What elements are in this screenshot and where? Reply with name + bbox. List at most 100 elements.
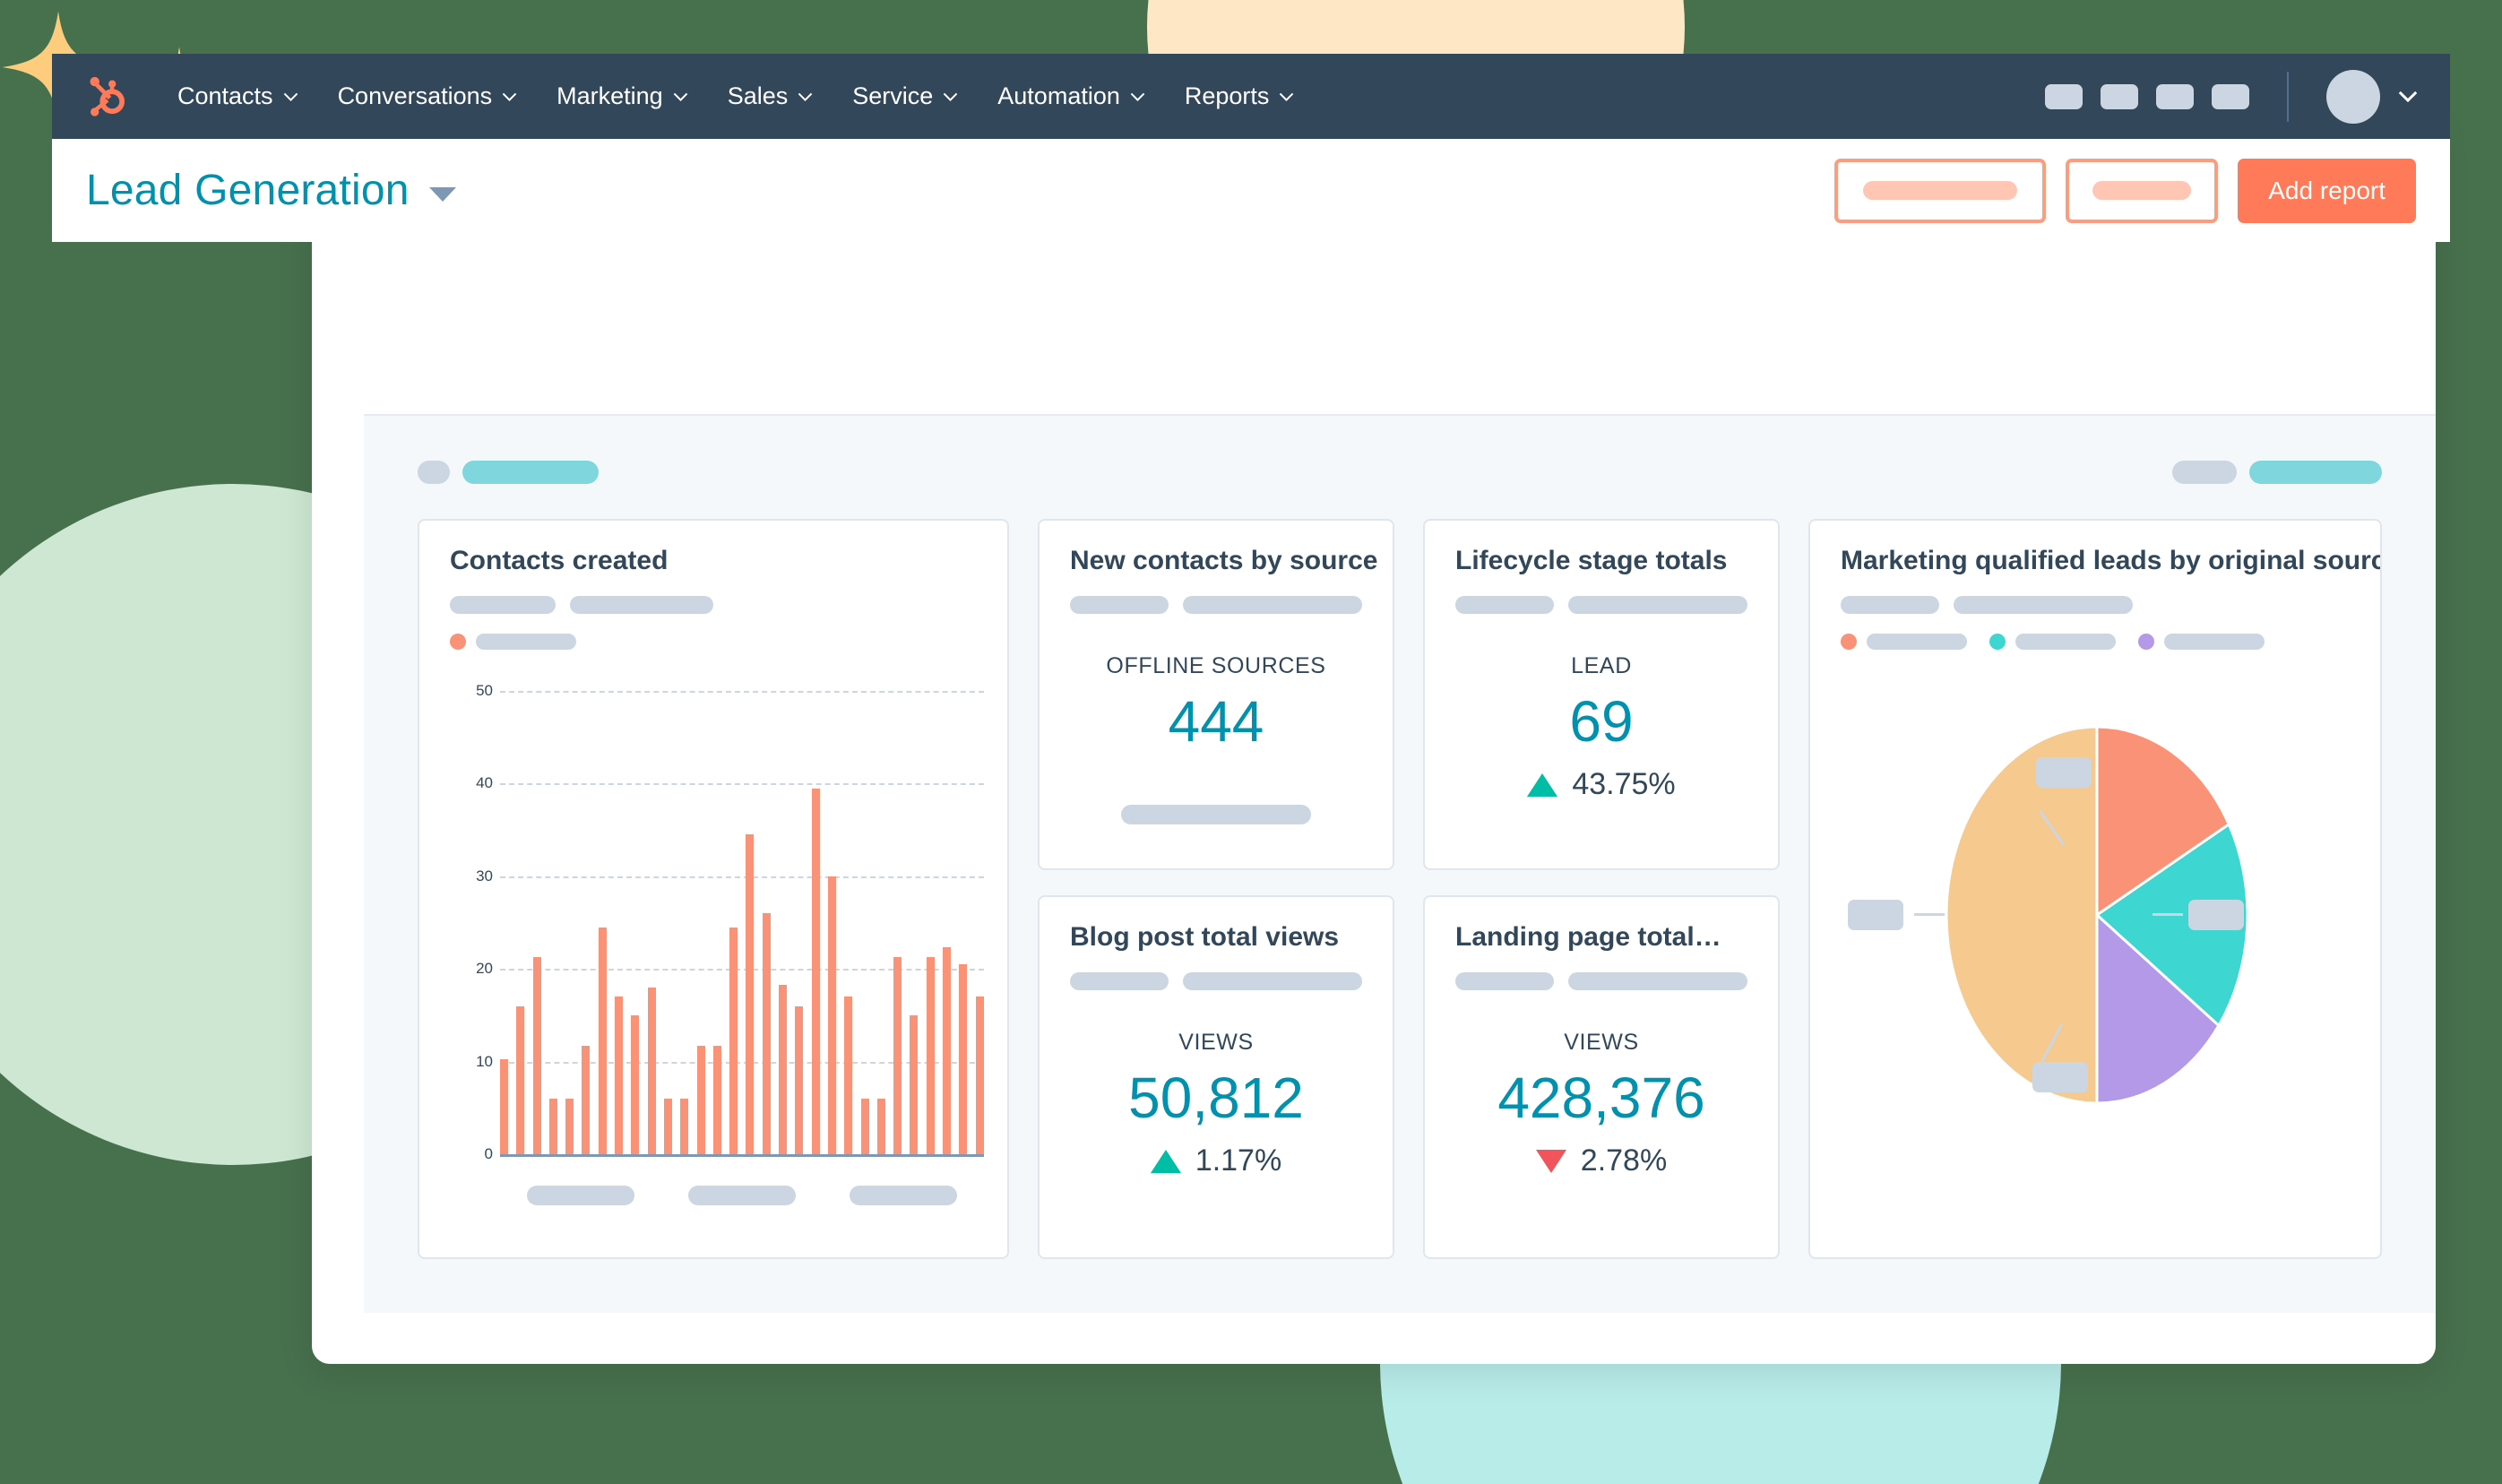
subtitle-placeholder [1954, 596, 2133, 614]
top-navigation-bar: Contacts Conversations Marketing Sales S… [52, 54, 2450, 139]
bar[interactable] [647, 987, 656, 1154]
kpi-value: 428,376 [1497, 1066, 1705, 1130]
bar[interactable] [975, 997, 984, 1154]
bar[interactable] [615, 997, 624, 1154]
nav-item-contacts[interactable]: Contacts [158, 82, 318, 110]
kpi-delta: 1.17% [1040, 1143, 1393, 1178]
header-action-button-two[interactable] [2066, 158, 2219, 223]
subtitle-placeholder [450, 596, 556, 614]
hubspot-sprocket-logo[interactable] [84, 73, 131, 120]
card-title: Blog post total views [1070, 922, 1340, 952]
toolbar-placeholder-grey[interactable] [418, 461, 450, 484]
bar[interactable] [729, 927, 738, 1154]
kpi-value: 50,812 [1128, 1066, 1304, 1130]
avatar[interactable] [2326, 69, 2380, 124]
bar[interactable] [795, 1005, 804, 1154]
dashboard-toolbar [418, 461, 2382, 487]
pie-callout-label [1848, 900, 1903, 930]
nav-item-marketing[interactable]: Marketing [537, 82, 708, 110]
page-title[interactable]: Lead Generation [86, 166, 410, 215]
card-title: New contacts by source [1070, 546, 1378, 575]
card-subtitle-placeholders [1040, 953, 1393, 990]
bar[interactable] [663, 1098, 672, 1154]
chevron-down-icon [798, 92, 813, 101]
bar[interactable] [746, 834, 755, 1154]
card-title: Lifecycle stage totals [1455, 546, 1728, 575]
plot-area [500, 691, 984, 1157]
pie-leader-line [1914, 913, 1945, 916]
caret-down-icon[interactable] [428, 186, 456, 202]
triangle-up-icon [1527, 772, 1558, 797]
bar[interactable] [844, 997, 853, 1154]
chevron-down-icon [502, 92, 517, 101]
bar[interactable] [762, 913, 771, 1154]
chevron-down-icon[interactable] [2398, 91, 2418, 102]
subtitle-placeholder [570, 596, 713, 614]
legend-label-placeholder [2015, 634, 2116, 650]
kpi-metric-label: VIEWS [1178, 1030, 1254, 1055]
toolbar-placeholder-grey[interactable] [2172, 461, 2237, 484]
y-axis-tick-label: 50 [476, 682, 493, 699]
subtitle-placeholder [1568, 972, 1747, 990]
nav-divider [2287, 71, 2289, 122]
bar[interactable] [860, 1098, 869, 1154]
subtitle-placeholder [1568, 596, 1747, 614]
notifications-icon[interactable] [2212, 83, 2249, 109]
pie-chart [1810, 682, 2380, 1184]
bar[interactable] [893, 956, 902, 1154]
bar[interactable] [779, 984, 788, 1154]
help-icon[interactable] [2156, 83, 2194, 109]
x-label-placeholder [527, 1186, 634, 1205]
pie-legend [1810, 614, 2380, 650]
y-axis-labels: 0 10 20 30 40 50 [450, 682, 493, 1162]
card-subtitle-placeholders [419, 576, 1007, 614]
toolbar-placeholder-teal[interactable] [2249, 461, 2382, 484]
kpi-value: 69 [1569, 689, 1634, 754]
dashboard-canvas: Contacts created 0 10 20 30 40 50 New co… [364, 414, 2436, 1313]
header-action-button-one[interactable] [1834, 158, 2047, 223]
kpi-delta: 2.78% [1425, 1143, 1778, 1178]
button-label-placeholder [1863, 181, 2018, 200]
nav-item-sales[interactable]: Sales [708, 82, 833, 110]
marketplace-icon[interactable] [2045, 83, 2083, 109]
bar[interactable] [926, 956, 935, 1154]
toolbar-placeholder-teal[interactable] [462, 461, 599, 484]
chevron-down-icon [943, 92, 958, 101]
bar[interactable] [680, 1098, 689, 1154]
bar[interactable] [598, 927, 607, 1154]
card-blog-post-total-views: Blog post total views VIEWS 50,812 1.17% [1038, 895, 1394, 1259]
nav-item-reports[interactable]: Reports [1165, 82, 1315, 110]
card-mql-by-original-source: Marketing qualified leads by original so… [1808, 519, 2382, 1259]
triangle-down-icon [1535, 1149, 1566, 1173]
bar[interactable] [582, 1046, 591, 1154]
settings-gear-icon[interactable] [2101, 83, 2138, 109]
bar[interactable] [548, 1098, 557, 1154]
bar[interactable] [827, 876, 836, 1154]
button-label-placeholder [2092, 181, 2192, 200]
bar[interactable] [696, 1046, 705, 1154]
bar[interactable] [631, 1014, 640, 1154]
page-stage: Contacts Conversations Marketing Sales S… [0, 0, 2502, 1484]
bar[interactable] [500, 1058, 508, 1154]
bar[interactable] [876, 1098, 885, 1154]
card-subtitle-placeholders [1425, 576, 1778, 614]
bar[interactable] [943, 947, 952, 1154]
bar[interactable] [516, 1005, 525, 1154]
kpi-footer-placeholder [1121, 805, 1311, 824]
bar-series [500, 691, 984, 1154]
nav-item-automation[interactable]: Automation [978, 82, 1165, 110]
bar[interactable] [565, 1098, 574, 1154]
legend-dot-icon [2138, 634, 2154, 650]
x-label-placeholder [688, 1186, 796, 1205]
bar[interactable] [712, 1046, 721, 1154]
card-title: Contacts created [450, 546, 669, 575]
nav-item-conversations[interactable]: Conversations [318, 82, 538, 110]
bar[interactable] [910, 1014, 919, 1154]
nav-links: Contacts Conversations Marketing Sales S… [158, 82, 1314, 110]
bar[interactable] [811, 788, 820, 1154]
bar[interactable] [959, 964, 968, 1154]
bar[interactable] [532, 956, 541, 1154]
chevron-down-icon [1130, 92, 1145, 101]
nav-item-service[interactable]: Service [833, 82, 978, 110]
add-report-button[interactable]: Add report [2238, 158, 2416, 223]
